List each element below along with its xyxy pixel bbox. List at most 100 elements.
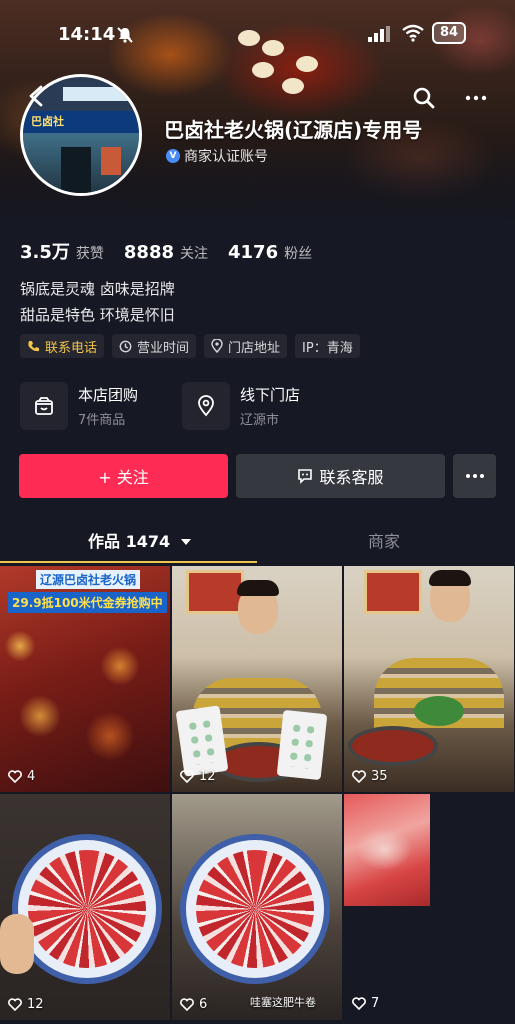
video-likes: 4 [8, 769, 35, 784]
shop-bag-icon [35, 397, 53, 415]
beef-roll-plate [12, 834, 162, 984]
heart-icon [180, 998, 194, 1011]
ellipsis-icon [465, 474, 484, 478]
status-time: 14:14 [58, 24, 116, 45]
profile-card: 3.5万 获赞 8888 关注 4176 粉丝 锅底是灵魂 卤味是招牌 甜品是特… [0, 218, 515, 560]
profile-stats: 3.5万 获赞 8888 关注 4176 粉丝 [20, 238, 332, 264]
video-likes-count: 7 [371, 996, 380, 1011]
tab-shop[interactable]: 商家 [368, 528, 400, 552]
verification-text: 商家认证账号 [184, 149, 268, 165]
heart-icon [180, 770, 194, 783]
tab-works[interactable]: 作品 1474 [88, 528, 192, 552]
search-icon[interactable] [412, 86, 436, 110]
profile-bio: 锅底是灵魂 卤味是招牌 甜品是特色 环境是怀旧 [20, 276, 175, 328]
contact-service-button[interactable]: 联系客服 [236, 454, 445, 498]
followers-label[interactable]: 粉丝 [284, 243, 312, 263]
garlic-decoration [296, 56, 318, 72]
video-tile[interactable]: 12 [0, 794, 170, 1020]
avatar-shop-poster [101, 147, 121, 175]
business-hours-label: 营业时间 [137, 340, 190, 356]
video-likes: 12 [8, 997, 44, 1012]
ip-location-label: IP：青海 [302, 340, 353, 356]
business-hours-tag[interactable]: 营业时间 [112, 334, 197, 358]
wifi-icon [402, 24, 424, 42]
person-hair [237, 580, 279, 596]
heart-icon [8, 770, 22, 783]
bio-line: 锅底是灵魂 卤味是招牌 [20, 280, 175, 298]
content-tabs: 作品 1474 商家 [0, 518, 515, 564]
video-likes-count: 4 [27, 769, 36, 784]
video-caption-promo: 29.9抵100米代金券抢购中 [8, 592, 167, 613]
verified-badge-icon: V [166, 149, 180, 163]
beef-roll-plate [180, 834, 330, 984]
heart-icon [352, 770, 366, 783]
location-pin-icon [211, 339, 223, 353]
heart-icon [352, 997, 366, 1010]
offline-store-entry[interactable]: 线下门店 辽源市 [182, 382, 300, 430]
video-likes-count: 12 [27, 997, 44, 1012]
video-likes: 6 [180, 997, 207, 1012]
video-tile[interactable]: 辽源巴卤社老火锅 29.9抵100米代金券抢购中 4 [0, 566, 170, 792]
caret-down-icon [180, 539, 191, 545]
clock-icon [119, 340, 132, 352]
video-caption: 哇塞这肥牛卷 [250, 996, 316, 1009]
active-tab-indicator [0, 561, 257, 563]
garlic-decoration [252, 62, 274, 78]
group-buy-subtitle: 7件商品 [78, 413, 126, 428]
ip-location-tag: IP：青海 [295, 334, 360, 358]
video-likes-count: 12 [199, 769, 216, 784]
video-likes: 7 [352, 996, 379, 1011]
video-tile[interactable] [344, 794, 430, 906]
status-bar: 14:14 84 [0, 18, 515, 48]
account-name: 巴卤社老火锅(辽源店)专用号 [164, 118, 423, 142]
wall-frame-decoration [364, 570, 422, 614]
bio-line: 甜品是特色 环境是怀旧 [20, 306, 175, 324]
food-plate [175, 705, 229, 777]
vegetables [414, 696, 464, 726]
video-likes: 35 [352, 769, 388, 784]
more-options-button[interactable] [453, 454, 496, 498]
more-icon[interactable] [464, 86, 488, 110]
wall-frame-decoration [186, 570, 244, 614]
group-buy-entry[interactable]: 本店团购 7件商品 [20, 382, 138, 430]
hotpot [348, 726, 438, 766]
garlic-decoration [282, 78, 304, 94]
following-count: 8888 [123, 242, 174, 263]
follow-button[interactable]: + 关注 [19, 454, 228, 498]
video-grid: 辽源巴卤社老火锅 29.9抵100米代金券抢购中 4 12 35 12 哇塞这肥… [0, 566, 515, 1024]
chat-message-icon [298, 469, 313, 484]
group-buy-icon-box [20, 382, 68, 430]
battery-indicator: 84 [432, 22, 466, 44]
video-tile[interactable]: 12 [172, 566, 342, 792]
tab-works-label: 作品 1474 [88, 532, 171, 551]
heart-icon [8, 998, 22, 1011]
followers-count: 4176 [228, 242, 279, 263]
avatar-sign-top [63, 87, 133, 101]
phone-icon [28, 340, 39, 351]
offline-store-icon-box [182, 382, 230, 430]
video-likes: 12 [180, 769, 216, 784]
likes-count: 3.5万 [20, 242, 70, 263]
video-likes-count: 6 [199, 997, 208, 1012]
hand [0, 914, 34, 974]
back-arrow-icon[interactable] [26, 84, 46, 108]
offline-store-title: 线下门店 [240, 386, 301, 404]
avatar-sign-text: 巴卤社 [31, 115, 64, 128]
contact-service-label: 联系客服 [319, 468, 384, 487]
video-tile[interactable]: 哇塞这肥牛卷 6 [172, 794, 342, 1020]
store-address-tag[interactable]: 门店地址 [204, 334, 288, 358]
info-tags: 联系电话 营业时间 门店地址 IP：青海 [20, 334, 360, 358]
contact-phone-tag[interactable]: 联系电话 [20, 334, 105, 358]
video-tile[interactable]: 35 [344, 566, 514, 792]
group-buy-title: 本店团购 [78, 386, 139, 404]
avatar-shop-door [61, 147, 91, 193]
map-pin-icon [198, 395, 214, 417]
store-address-label: 门店地址 [228, 340, 281, 356]
verification-label: V 商家认证账号 [166, 146, 268, 166]
person-hair [429, 570, 471, 586]
likes-label[interactable]: 获赞 [76, 243, 104, 263]
video-likes-count: 35 [371, 769, 388, 784]
following-label[interactable]: 关注 [180, 243, 208, 263]
video-caption-title: 辽源巴卤社老火锅 [36, 570, 141, 589]
signal-icon [368, 26, 390, 42]
